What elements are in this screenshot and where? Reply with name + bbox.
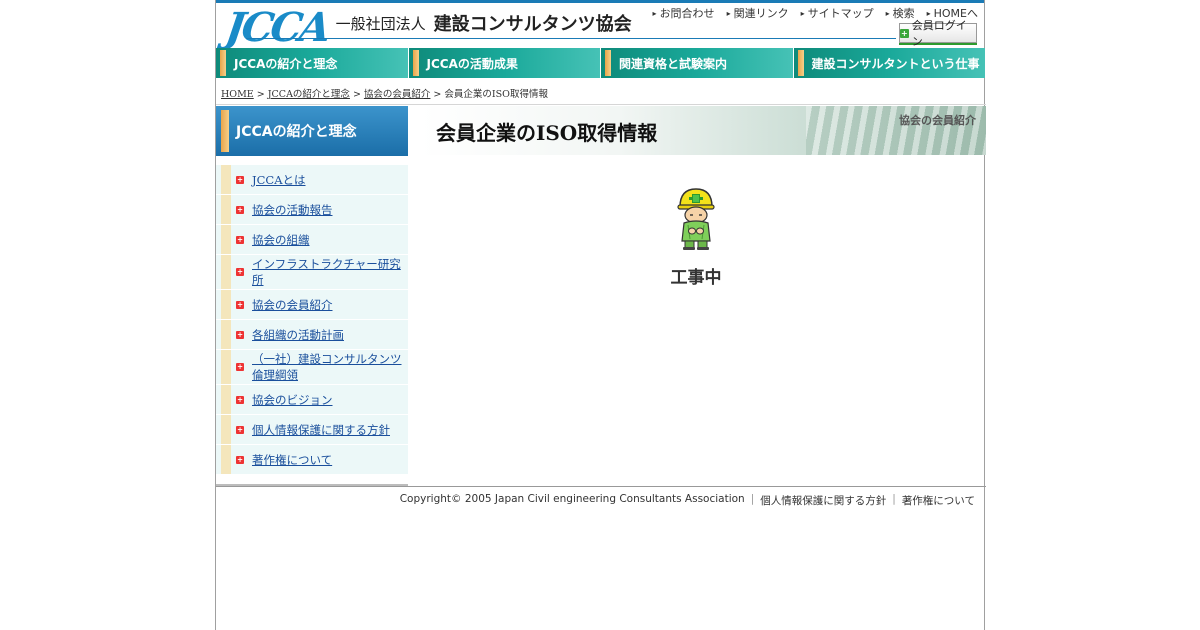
plus-bullet-icon: +: [236, 174, 244, 184]
breadcrumb-members[interactable]: 協会の会員紹介: [364, 89, 431, 100]
plus-bullet-icon: +: [236, 394, 244, 404]
sidebar-item-label[interactable]: 協会のビジョン: [252, 392, 333, 408]
footer-link-copyright[interactable]: 著作権について: [902, 493, 975, 508]
sidebar-item-ethics[interactable]: + （一社）建設コンサルタンツ倫理綱領: [216, 349, 408, 384]
sidebar-item-about-jcca[interactable]: + JCCAとは: [216, 164, 408, 194]
section-label: 協会の会員紹介: [899, 114, 976, 127]
breadcrumb-current: 会員企業のISO取得情報: [444, 89, 548, 100]
page-container: JCCA 一般社団法人 建設コンサルタンツ協会 お問合わせ 関連リンク サイトマ…: [215, 0, 986, 630]
footer-divider: [216, 486, 986, 487]
breadcrumb-about[interactable]: JCCAの紹介と理念: [268, 89, 350, 100]
sidebar-item-copyright[interactable]: + 著作権について: [216, 444, 408, 474]
utility-link-search[interactable]: 検索: [886, 5, 915, 21]
breadcrumb-home[interactable]: HOME: [221, 89, 254, 100]
sidebar-item-vision[interactable]: + 協会のビジョン: [216, 384, 408, 414]
sidebar-item-label[interactable]: 個人情報保護に関する方針: [252, 422, 390, 438]
org-type: 一般社団法人: [335, 15, 426, 33]
header-top-bar: [216, 0, 984, 3]
footer-link-privacy[interactable]: 個人情報保護に関する方針: [760, 493, 886, 508]
plus-bullet-icon: +: [236, 299, 244, 309]
footer-separator: |: [750, 493, 755, 505]
utility-link-sitemap[interactable]: サイトマップ: [801, 5, 874, 21]
plus-bullet-icon: +: [236, 267, 244, 276]
member-login-button[interactable]: + 会員ログイン: [899, 19, 977, 48]
plus-bullet-icon: +: [236, 234, 244, 244]
sidebar-item-privacy[interactable]: + 個人情報保護に関する方針: [216, 414, 408, 444]
copyright-text: Copyright© 2005 Japan Civil engineering …: [399, 493, 745, 505]
sidebar-item-label[interactable]: （一社）建設コンサルタンツ倫理綱領: [252, 351, 408, 383]
org-name: 建設コンサルタンツ協会: [433, 14, 632, 35]
sidebar-item-label[interactable]: JCCAとは: [252, 172, 306, 188]
gnav-item-activities[interactable]: JCCAの活動成果: [408, 48, 601, 78]
footer-separator: |: [892, 493, 896, 505]
plus-bullet-icon: +: [236, 204, 244, 214]
gnav-item-qualifications[interactable]: 関連資格と試験案内: [601, 48, 794, 78]
logo-underline: [246, 38, 896, 39]
sidebar-item-members[interactable]: + 協会の会員紹介: [216, 289, 408, 319]
breadcrumb-separator: >: [433, 89, 442, 100]
sidebar-heading: JCCAの紹介と理念: [216, 106, 408, 156]
sidebar-item-label[interactable]: 各組織の活動計画: [252, 327, 344, 343]
sidebar-item-label[interactable]: 協会の組織: [252, 232, 310, 248]
plus-bullet-icon: +: [236, 454, 244, 464]
sidebar-item-activity-report[interactable]: + 協会の活動報告: [216, 194, 408, 224]
sidebar-item-label[interactable]: 協会の活動報告: [252, 202, 333, 218]
sidebar-item-infra-institute[interactable]: + インフラストラクチャー研究所: [216, 254, 408, 289]
plus-bullet-icon: +: [236, 362, 244, 371]
utility-link-contact[interactable]: お問合わせ: [653, 5, 715, 21]
sidebar-item-label[interactable]: インフラストラクチャー研究所: [252, 256, 408, 288]
gnav-item-about[interactable]: JCCAの紹介と理念: [216, 48, 409, 78]
construction-worker-icon: [677, 188, 715, 250]
sidebar-item-label[interactable]: 著作権について: [252, 452, 332, 468]
footer: Copyright© 2005 Japan Civil engineering …: [400, 493, 975, 508]
plus-bullet-icon: +: [236, 424, 244, 434]
page-title-banner: 会員企業のISO取得情報 協会の会員紹介: [421, 106, 986, 155]
member-login-label: 会員ログイン: [911, 19, 967, 48]
sidebar-menu: + JCCAとは + 協会の活動報告 + 協会の組織 + インフラストラクチャー研究所 …: [216, 164, 408, 474]
global-nav: JCCAの紹介と理念 JCCAの活動成果 関連資格と試験案内 建設コンサルタント…: [216, 48, 986, 78]
sidebar-item-organization[interactable]: + 協会の組織: [216, 224, 408, 254]
page-title: 会員企業のISO取得情報: [436, 121, 658, 145]
gnav-item-profession[interactable]: 建設コンサルタントという仕事: [793, 48, 986, 78]
sidebar-item-label[interactable]: 協会の会員紹介: [252, 297, 333, 313]
utility-link-links[interactable]: 関連リンク: [727, 5, 789, 21]
breadcrumb: HOME > JCCAの紹介と理念 > 協会の会員紹介 > 会員企業のISO取得情報: [221, 86, 548, 100]
breadcrumb-separator: >: [256, 89, 265, 100]
plus-icon: +: [900, 28, 909, 38]
plus-bullet-icon: +: [236, 329, 244, 339]
breadcrumb-separator: >: [352, 89, 361, 100]
site-logo[interactable]: JCCA 一般社団法人 建設コンサルタンツ協会: [222, 4, 632, 51]
sidebar-item-plans[interactable]: + 各組織の活動計画: [216, 319, 408, 349]
logo-mark: JCCA: [222, 4, 332, 51]
divider: [216, 104, 986, 105]
under-construction-label: 工事中: [670, 268, 722, 288]
